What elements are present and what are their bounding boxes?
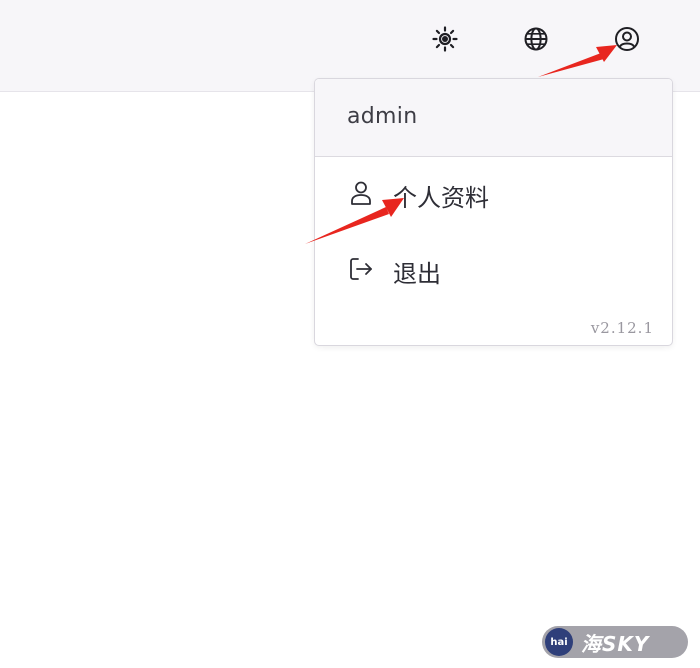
watermark-logo: hai	[545, 628, 573, 656]
menu-item-profile[interactable]: 个人资料	[315, 165, 672, 225]
dropdown-header: admin	[315, 79, 672, 157]
logout-icon	[350, 258, 372, 280]
version-label: v2.12.1	[590, 319, 654, 337]
watermark: hai 海SKY	[542, 626, 688, 658]
page: admin 个人资料 退出 v2.12.1 hai 海SKY	[0, 0, 700, 668]
username: admin	[347, 104, 418, 129]
sun-icon	[432, 26, 458, 52]
watermark-text: 海SKY	[581, 631, 650, 656]
user-icon	[351, 181, 371, 205]
language-button[interactable]	[519, 22, 553, 56]
user-dropdown-menu: admin 个人资料 退出 v2.12.1	[314, 78, 673, 346]
menu-item-label: 个人资料	[393, 184, 489, 212]
user-menu-button[interactable]	[610, 22, 644, 56]
theme-toggle-button[interactable]	[428, 22, 462, 56]
globe-icon	[524, 27, 548, 51]
menu-item-logout[interactable]: 退出	[315, 241, 672, 301]
user-circle-icon	[615, 27, 639, 51]
menu-item-label: 退出	[393, 260, 441, 288]
